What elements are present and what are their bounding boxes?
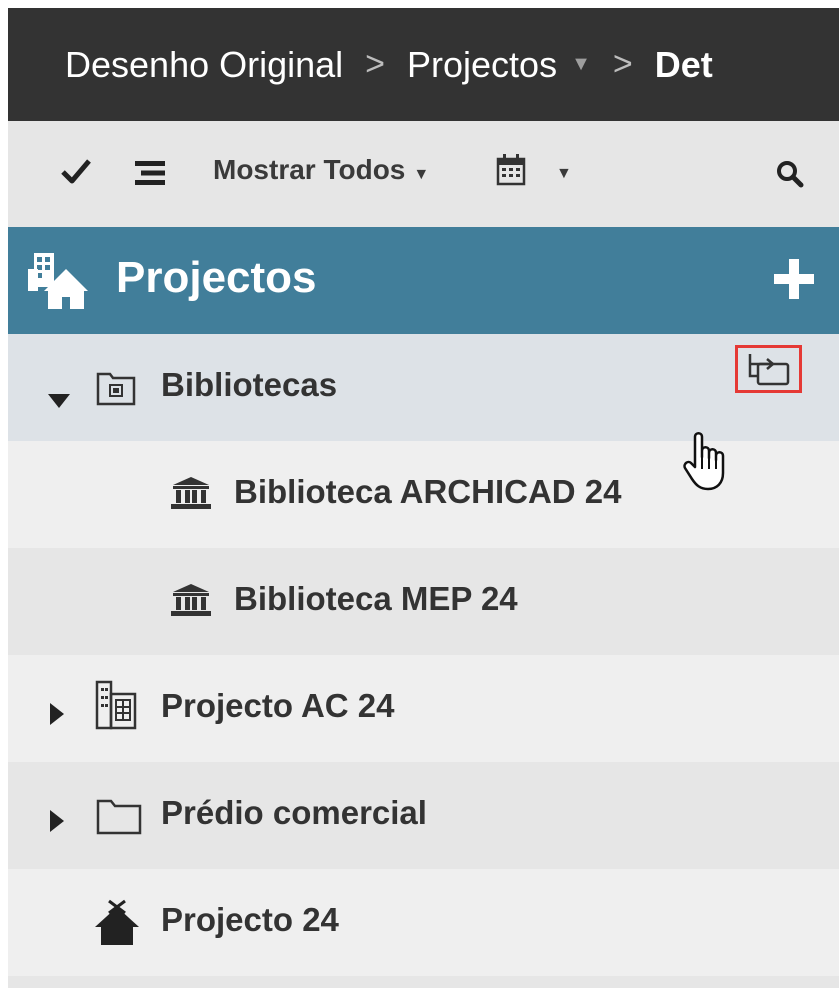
- page-title: Projectos: [116, 253, 317, 302]
- folder-icon: [96, 797, 142, 843]
- tree-item-projecto-ac-24[interactable]: Projecto AC 24: [8, 655, 839, 762]
- calendar-icon[interactable]: [496, 154, 526, 191]
- library-building-icon: [171, 584, 211, 624]
- search-icon[interactable]: [776, 160, 804, 193]
- breadcrumb-item-current[interactable]: Det: [655, 44, 713, 86]
- house-icon: [95, 899, 139, 953]
- tree-empty-row: [8, 976, 839, 988]
- tree-item-label: Prédio comercial: [161, 794, 427, 831]
- tree-item-biblioteca-mep-24[interactable]: Biblioteca MEP 24: [8, 548, 839, 655]
- library-folder-icon: [96, 370, 136, 414]
- app-window: Desenho Original > Projectos ▼ > Det Mos…: [8, 8, 839, 988]
- chevron-down-icon: ▼: [413, 166, 430, 183]
- breadcrumb-separator-icon: >: [612, 45, 633, 83]
- projects-icon: [28, 251, 94, 318]
- tree-item-projecto-24[interactable]: Projecto 24: [8, 869, 839, 976]
- tree-item-label: Biblioteca ARCHICAD 24: [234, 473, 622, 510]
- share-library-button[interactable]: [735, 345, 802, 393]
- add-project-icon[interactable]: [774, 259, 814, 304]
- breadcrumb: Desenho Original > Projectos ▼ > Det: [8, 8, 839, 121]
- projects-header: Projectos: [8, 227, 839, 334]
- expand-arrow-right-icon[interactable]: [50, 695, 64, 733]
- expand-arrow-down-icon[interactable]: [48, 378, 70, 416]
- library-building-icon: [171, 477, 211, 517]
- tree-item-label: Projecto 24: [161, 901, 339, 938]
- building-icon: [95, 680, 137, 738]
- tree-item-predio-comercial[interactable]: Prédio comercial: [8, 762, 839, 869]
- toolbar: Mostrar Todos ▼ ▼: [8, 121, 839, 227]
- calendar-chevron-down-icon[interactable]: ▼: [556, 165, 572, 183]
- breadcrumb-separator-icon: >: [365, 45, 386, 83]
- tree-item-label: Projecto AC 24: [161, 687, 395, 724]
- select-check-icon[interactable]: [60, 157, 92, 190]
- share-icon: [748, 354, 789, 386]
- breadcrumb-dropdown-icon[interactable]: ▼: [571, 53, 591, 76]
- expand-arrow-right-icon[interactable]: [50, 802, 64, 840]
- show-all-filter-label: Mostrar Todos: [213, 154, 406, 185]
- breadcrumb-item-desenho-original[interactable]: Desenho Original: [65, 44, 343, 86]
- tree-item-label: Bibliotecas: [161, 366, 338, 403]
- tree-item-label: Biblioteca MEP 24: [234, 580, 518, 617]
- list-menu-icon[interactable]: [135, 161, 165, 190]
- breadcrumb-item-projectos[interactable]: Projectos: [407, 44, 557, 86]
- show-all-filter-dropdown[interactable]: Mostrar Todos ▼: [213, 154, 429, 186]
- tree-item-bibliotecas[interactable]: Bibliotecas: [8, 334, 839, 441]
- hand-cursor-icon: [683, 431, 729, 498]
